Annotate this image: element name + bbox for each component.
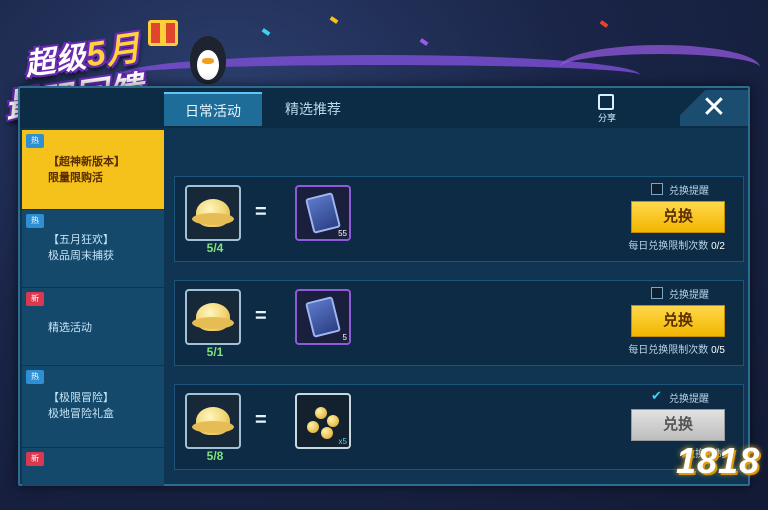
tab-daily-activities[interactable]: 日常活动 [164, 92, 262, 126]
checkmark-icon[interactable]: ✔ [651, 389, 665, 402]
card-icon [305, 192, 341, 234]
reward-item-slot[interactable]: x5 [295, 393, 351, 449]
sidebar-item-featured[interactable]: 新 精选活动 [22, 288, 164, 366]
hot-tag: 热 [26, 214, 44, 228]
penguin-mascot-icon [190, 36, 226, 84]
gold-ingot-icon [192, 199, 234, 227]
exchange-row: 5/4 = 55 兑换提醒 兑换 每日兑换限制次数 0/2 [174, 176, 744, 262]
exchange-row: 5/8 = x5 ✔ 兑换提醒 兑换 兑换限制 [174, 384, 744, 470]
reminder-checkbox[interactable] [651, 287, 663, 299]
gift-icon [148, 20, 178, 46]
reminder-label: 兑换提醒 [669, 290, 709, 301]
reminder-label: 兑换提醒 [669, 186, 709, 197]
cost-item-slot[interactable] [185, 393, 241, 449]
cost-item-slot[interactable] [185, 289, 241, 345]
exchange-reminder-toggle[interactable]: ✔ 兑换提醒 [651, 389, 709, 405]
card-icon [305, 296, 341, 338]
exchange-row: 5/1 = 5 兑换提醒 兑换 每日兑换限制次数 0/5 [174, 280, 744, 366]
limit-value: 0/2 [711, 241, 725, 252]
gold-ingot-icon [192, 407, 234, 435]
new-tag: 新 [26, 452, 44, 466]
share-icon [598, 94, 614, 110]
share-label: 分享 [597, 113, 616, 123]
sidebar-item-may-carnival[interactable]: 热 【五月狂欢】 极品周末捕获 [22, 210, 164, 288]
sidebar-item-label-line1: 【五月狂欢】 [48, 234, 114, 246]
sidebar: 热 【超神新版本】 限量限购活 热 【五月狂欢】 极品周末捕获 新 精选活动 热… [22, 130, 164, 486]
confetti [419, 38, 429, 46]
exchange-reminder-toggle[interactable]: 兑换提醒 [651, 181, 709, 197]
share-button[interactable]: 分享 [592, 92, 622, 124]
site-watermark-logo: 1818 [676, 440, 761, 481]
sidebar-item-label-line2: 限量限购活 [48, 172, 103, 184]
gold-ingot-icon [192, 303, 234, 331]
limit-prefix: 每日兑换限制次数 [628, 345, 709, 356]
sidebar-item-label-line2: 极地冒险礼盒 [48, 408, 114, 420]
cost-count: 5/8 [206, 449, 224, 463]
sidebar-item-label-line1: 精选活动 [48, 322, 92, 334]
sidebar-item-label-line1: 【极限冒险】 [48, 392, 114, 404]
sidebar-item-new-version[interactable]: 热 【超神新版本】 限量限购活 [22, 130, 164, 210]
limit-value: 0/5 [711, 345, 725, 356]
reward-quantity: 55 [338, 229, 347, 238]
reminder-label: 兑换提醒 [669, 394, 709, 405]
hot-tag: 热 [26, 134, 44, 148]
activity-panel: 日常活动 精选推荐 分享 ✕ 热 【超神新版本】 限量限购活 热 【五月狂欢】 … [18, 86, 750, 486]
daily-limit-text: 每日兑换限制次数 0/5 [628, 341, 725, 356]
equals-sign: = [255, 201, 267, 223]
tab-bar: 日常活动 精选推荐 分享 ✕ [20, 88, 748, 128]
gold-coins-icon [305, 405, 345, 441]
equals-sign: = [255, 305, 267, 327]
cost-count: 5/1 [206, 345, 224, 359]
exchange-button[interactable]: 兑换 [631, 409, 725, 441]
reward-quantity: x5 [338, 437, 347, 446]
sidebar-item-extreme-adventure[interactable]: 热 【极限冒险】 极地冒险礼盒 [22, 366, 164, 448]
new-tag: 新 [26, 292, 44, 306]
reward-item-slot[interactable]: 5 [295, 289, 351, 345]
sidebar-item-label-line2: 极品周末捕获 [48, 250, 114, 262]
daily-limit-text: 每日兑换限制次数 0/2 [628, 237, 725, 252]
cost-item-slot[interactable] [185, 185, 241, 241]
reminder-checkbox[interactable] [651, 183, 663, 195]
confetti [599, 20, 609, 28]
close-button[interactable]: ✕ [680, 90, 748, 126]
confetti [329, 16, 339, 24]
confetti [261, 28, 271, 36]
reward-quantity: 5 [342, 333, 347, 342]
sidebar-item-more[interactable]: 新 [22, 448, 164, 486]
exchange-button[interactable]: 兑换 [631, 201, 725, 233]
cost-count: 5/4 [206, 241, 224, 255]
sidebar-item-label-line1: 【超神新版本】 [48, 156, 125, 168]
exchange-button[interactable]: 兑换 [631, 305, 725, 337]
decorative-ribbon-2 [560, 45, 760, 90]
hot-tag: 热 [26, 370, 44, 384]
reward-item-slot[interactable]: 55 [295, 185, 351, 241]
exchange-reminder-toggle[interactable]: 兑换提醒 [651, 285, 709, 301]
tab-featured[interactable]: 精选推荐 [268, 92, 358, 126]
equals-sign: = [255, 409, 267, 431]
limit-prefix: 每日兑换限制次数 [628, 241, 709, 252]
